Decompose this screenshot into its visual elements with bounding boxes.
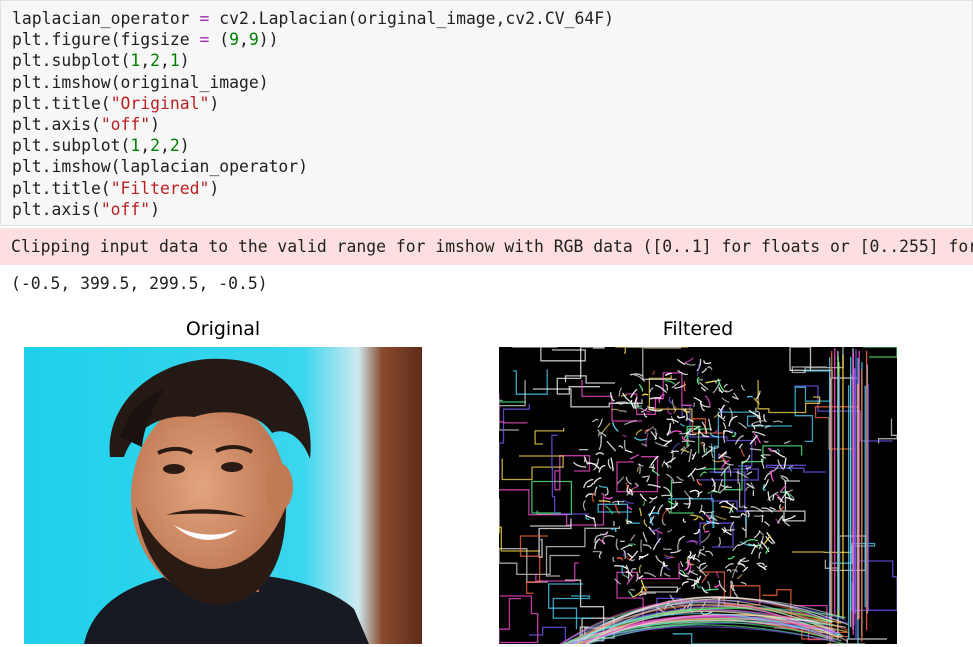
code-token: "Filtered"	[110, 178, 210, 198]
code-token: ,	[239, 30, 249, 50]
code-token: "Original"	[110, 93, 210, 113]
code-token: ))	[258, 30, 279, 50]
code-line: plt.axis("off")	[12, 199, 972, 220]
code-line: plt.title("Original")	[12, 93, 972, 114]
filtered-title: Filtered	[662, 318, 734, 340]
edge-stroke	[641, 475, 649, 478]
code-token: 2	[150, 136, 161, 156]
code-line: plt.axis("off")	[12, 114, 972, 135]
figure-output: Original Filtered	[0, 310, 973, 647]
edge-stroke	[702, 435, 709, 438]
code-token: 2	[150, 51, 161, 71]
notebook: laplacian_operator = cv2.Laplacian(origi…	[0, 0, 973, 647]
code-cell[interactable]: laplacian_operator = cv2.Laplacian(origi…	[0, 0, 973, 226]
code-line: plt.imshow(original_image)	[12, 72, 972, 93]
code-token: plt.axis(	[12, 114, 101, 134]
edge-stroke	[703, 444, 706, 453]
code-token: )	[150, 199, 161, 219]
code-token: 1	[169, 51, 180, 71]
code-line: plt.subplot(1,2,2)	[12, 135, 972, 156]
code-line: plt.imshow(laplacian_operator)	[12, 156, 972, 177]
filtered-image	[499, 347, 897, 644]
code-token: plt.title(	[12, 93, 111, 113]
edge-stroke	[615, 401, 629, 404]
edge-stroke	[730, 515, 741, 518]
code-token: 9	[229, 30, 239, 50]
code-token: 1	[130, 136, 141, 156]
code-token: )	[209, 93, 220, 113]
code-line: plt.subplot(1,2,1)	[12, 50, 972, 71]
code-token: laplacian_operator	[12, 9, 200, 28]
edge-stroke	[671, 481, 682, 484]
code-token: ,	[140, 51, 151, 71]
code-token: "off"	[100, 114, 151, 134]
code-lines: laplacian_operator = cv2.Laplacian(origi…	[12, 8, 972, 220]
code-token: 2	[169, 136, 180, 156]
stderr-output: Clipping input data to the valid range f…	[0, 228, 973, 265]
code-token: plt.figure(figsize	[12, 30, 200, 50]
code-token: )	[179, 136, 190, 156]
code-token: plt.subplot(	[12, 51, 131, 71]
edge-stroke	[623, 440, 626, 450]
code-token: ,	[160, 51, 170, 71]
code-token: 1	[130, 51, 141, 71]
code-token: plt.title(	[12, 178, 111, 198]
code-line: plt.title("Filtered")	[12, 178, 972, 199]
code-token: =	[199, 30, 210, 50]
code-token: cv2.Laplacian(original_image,cv2.CV_64F)	[209, 9, 614, 28]
code-token: )	[150, 114, 161, 134]
code-line: laplacian_operator = cv2.Laplacian(origi…	[12, 8, 972, 29]
code-token: plt.imshow(laplacian_operator)	[12, 157, 309, 177]
code-token: 9	[248, 30, 259, 50]
edge-stroke	[612, 520, 615, 527]
code-token: )	[209, 178, 220, 198]
original-title: Original	[185, 318, 261, 340]
edge-stroke	[761, 515, 764, 523]
code-token: "off"	[100, 199, 151, 219]
code-token: plt.subplot(	[12, 136, 131, 156]
code-token: plt.axis(	[12, 199, 101, 219]
code-token: =	[199, 9, 210, 28]
code-token: plt.imshow(original_image)	[12, 72, 269, 92]
code-line: plt.figure(figsize = (9,9))	[12, 29, 972, 50]
stderr-text: Clipping input data to the valid range f…	[11, 237, 973, 256]
code-token: (	[209, 30, 230, 50]
stdout-output: (-0.5, 399.5, 299.5, -0.5)	[11, 274, 268, 293]
code-token: ,	[140, 136, 151, 156]
original-image	[24, 347, 422, 644]
code-token: ,	[160, 136, 170, 156]
code-token: )	[179, 51, 190, 71]
